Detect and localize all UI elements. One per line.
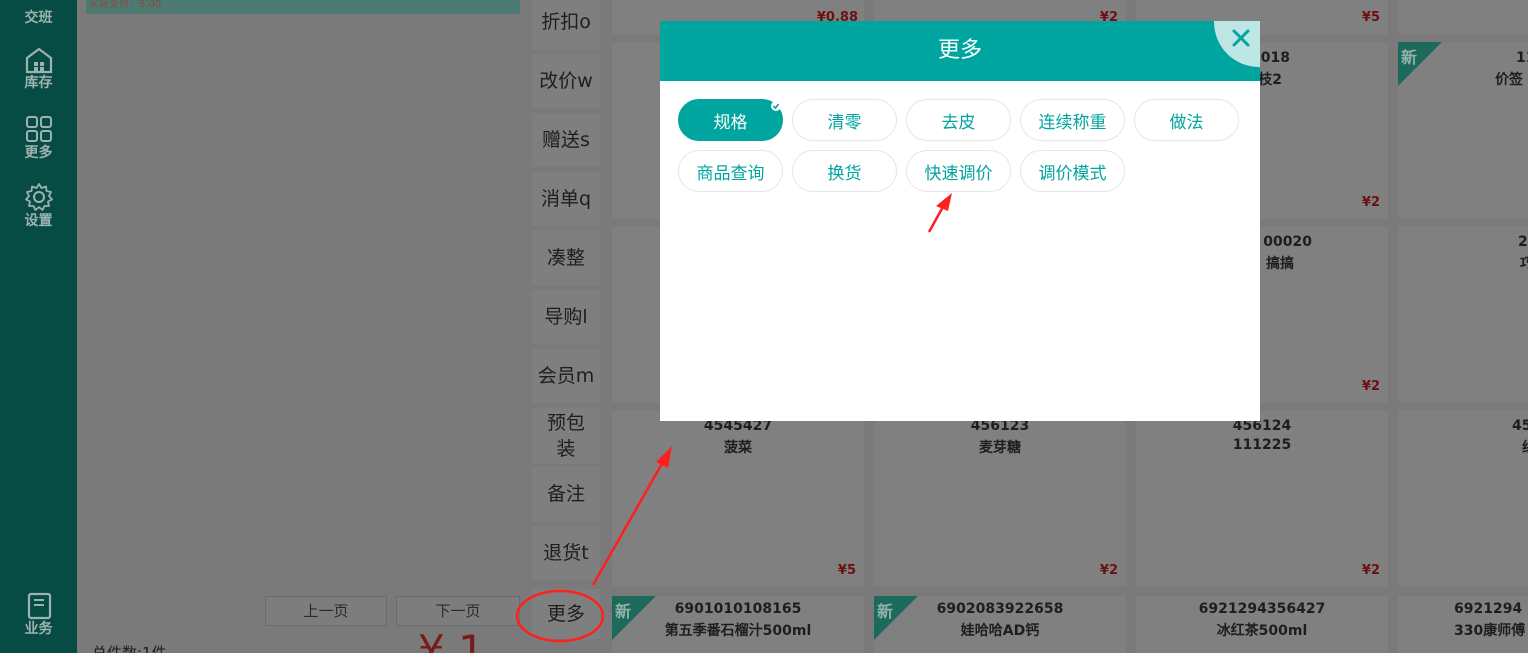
highlight-circle (515, 589, 605, 643)
arrow-head (936, 193, 952, 211)
arrow-head (656, 446, 672, 468)
arrow-line (927, 204, 946, 233)
arrow-line (591, 459, 666, 586)
annotation-overlay (515, 193, 952, 643)
